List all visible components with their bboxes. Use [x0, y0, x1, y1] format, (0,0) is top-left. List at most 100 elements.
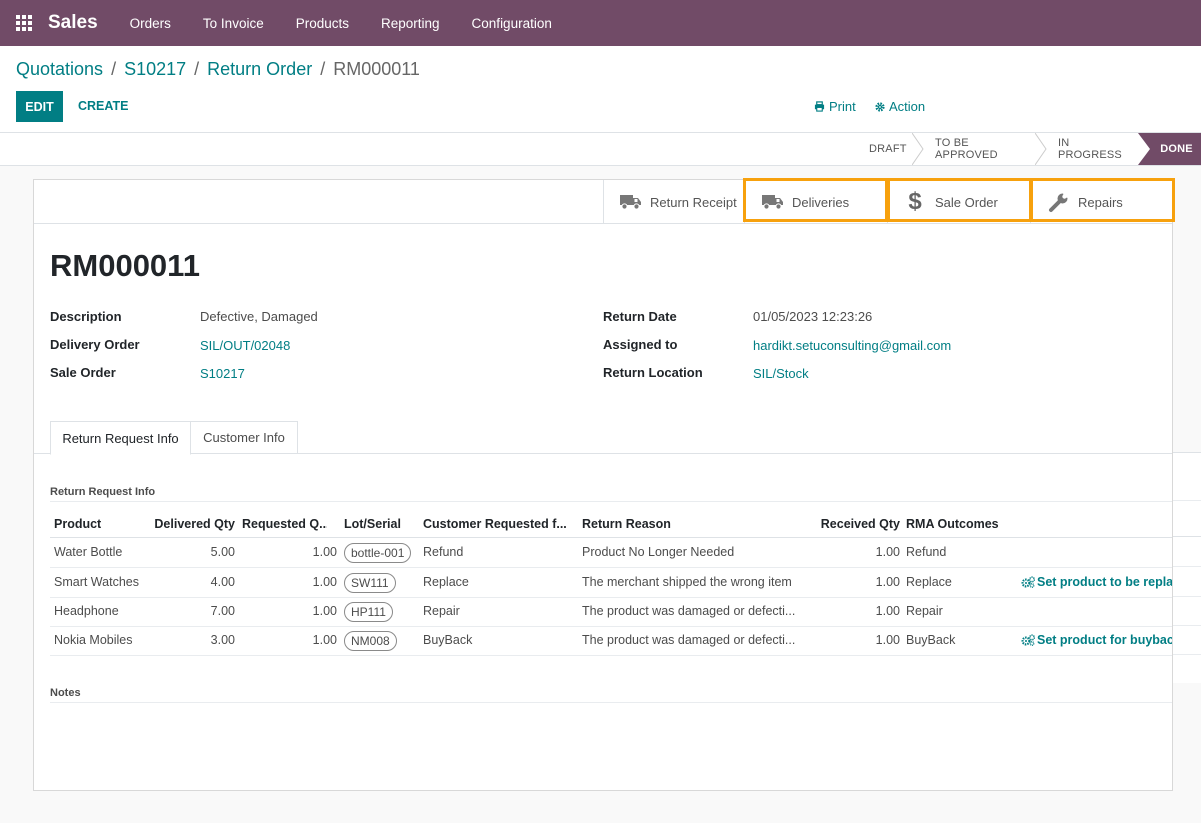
cell-product: Smart Watches: [54, 575, 139, 589]
sale-order-link[interactable]: S10217: [200, 366, 245, 381]
stage-draft[interactable]: DRAFT: [869, 133, 906, 165]
overflow-line: [1173, 596, 1201, 597]
breadcrumb-sale-order[interactable]: S10217: [124, 59, 186, 79]
apps-menu-icon[interactable]: [0, 0, 48, 46]
col-lot-serial[interactable]: Lot/Serial: [344, 517, 414, 531]
cell-product: Nokia Mobiles: [54, 633, 133, 647]
col-return-reason[interactable]: Return Reason: [582, 517, 782, 531]
action-button[interactable]: Action: [875, 99, 925, 114]
cell-received-qty: 1.00: [875, 575, 900, 589]
overflow-line: [1173, 566, 1201, 567]
set-product-buyback-label: Set product for buyback: [1037, 633, 1173, 647]
cell-requested-qty: 1.00: [312, 633, 337, 647]
menu-to-invoice[interactable]: To Invoice: [187, 16, 280, 31]
set-product-replace-label: Set product to be replace: [1037, 575, 1173, 589]
status-bar: DRAFT TO BE APPROVED IN PROGRESS DONE: [0, 133, 1201, 166]
stage-done[interactable]: DONE: [1152, 133, 1201, 165]
row-divider: [50, 655, 1172, 656]
print-button[interactable]: Print: [814, 99, 856, 114]
tab-customer-info[interactable]: Customer Info: [190, 421, 298, 454]
cell-received-qty: 1.00: [875, 545, 900, 559]
cell-rma-outcome: Refund: [906, 545, 947, 559]
gears-icon: [1021, 634, 1035, 646]
cell-return-reason: Product No Longer Needed: [582, 545, 735, 559]
record-title: RM000011: [50, 248, 200, 283]
delivery-order-link[interactable]: SIL/OUT/02048: [200, 338, 290, 353]
cell-delivered-qty: 5.00: [210, 545, 235, 559]
cell-requested-qty: 1.00: [312, 604, 337, 618]
cell-return-reason: The product was damaged or defecti...: [582, 633, 796, 647]
printer-icon: [814, 101, 825, 112]
breadcrumb: Quotations / S10217 / Return Order / RM0…: [16, 59, 420, 79]
cell-requested-for: BuyBack: [423, 633, 473, 647]
cell-product: Headphone: [54, 604, 119, 618]
overflow-line: [1173, 654, 1201, 655]
repairs-highlight: [1030, 178, 1175, 222]
stage-to-be-approved[interactable]: TO BE APPROVED: [935, 133, 1030, 165]
top-navbar: Sales Orders To Invoice Products Reporti…: [0, 0, 1201, 46]
stage-separator: [912, 133, 924, 165]
return-receipt-label: Return Receipt: [650, 194, 737, 210]
cell-delivered-qty: 4.00: [210, 575, 235, 589]
col-rma-outcomes[interactable]: RMA Outcomes: [906, 517, 1016, 531]
app-name[interactable]: Sales: [48, 12, 98, 34]
menu-configuration[interactable]: Configuration: [456, 16, 568, 31]
menu-reporting[interactable]: Reporting: [365, 16, 456, 31]
tab-return-request-info[interactable]: Return Request Info: [50, 421, 191, 455]
notes-section-title: Notes: [50, 687, 81, 699]
assigned-to-link[interactable]: hardikt.setuconsulting@gmail.com: [753, 338, 951, 353]
description-label: Description: [50, 309, 122, 324]
row-divider: [50, 567, 1172, 568]
return-location-label: Return Location: [603, 365, 703, 380]
menu-orders[interactable]: Orders: [114, 16, 187, 31]
cell-requested-qty: 1.00: [312, 545, 337, 559]
cell-received-qty: 1.00: [875, 604, 900, 618]
breadcrumb-current: RM000011: [333, 59, 420, 79]
gears-icon: [1021, 576, 1035, 588]
cell-rma-outcome: Replace: [906, 575, 952, 589]
edit-button[interactable]: EDIT: [16, 91, 63, 122]
return-receipt-button[interactable]: Return Receipt: [603, 180, 744, 224]
set-product-buyback-button[interactable]: Set product for buyback: [1021, 633, 1173, 647]
delivery-order-label: Delivery Order: [50, 337, 140, 352]
cell-requested-for: Refund: [423, 545, 464, 559]
return-location-link[interactable]: SIL/Stock: [753, 366, 809, 381]
overflow-line: [1173, 625, 1201, 626]
create-button[interactable]: CREATE: [78, 99, 128, 113]
col-requested-qty[interactable]: Requested Q...: [242, 517, 327, 531]
cell-delivered-qty: 3.00: [210, 633, 235, 647]
col-received-qty[interactable]: Received Qty: [804, 517, 900, 531]
return-date-label: Return Date: [603, 309, 677, 324]
overflow-line: [1173, 452, 1201, 453]
overflow-line: [1173, 500, 1201, 501]
cell-return-reason: The merchant shipped the wrong item: [582, 575, 792, 589]
col-product[interactable]: Product: [54, 517, 149, 531]
cell-requested-for: Replace: [423, 575, 469, 589]
col-customer-requested-for[interactable]: Customer Requested f...: [423, 517, 568, 531]
stage-done-arrow: [1138, 133, 1152, 165]
assigned-to-label: Assigned to: [603, 337, 678, 352]
stage-in-progress[interactable]: IN PROGRESS: [1058, 133, 1133, 165]
action-label: Action: [889, 99, 926, 114]
control-panel: Quotations / S10217 / Return Order / RM0…: [0, 46, 1201, 133]
print-label: Print: [829, 99, 856, 114]
row-divider: [50, 597, 1172, 598]
col-delivered-qty[interactable]: Delivered Qty: [150, 517, 235, 531]
cell-requested-qty: 1.00: [312, 575, 337, 589]
breadcrumb-quotations[interactable]: Quotations: [16, 59, 103, 79]
gear-icon: [875, 101, 885, 112]
breadcrumb-return-order[interactable]: Return Order: [207, 59, 312, 79]
lot-serial-badge: NM008: [344, 631, 397, 651]
sale-order-highlight: [887, 178, 1032, 222]
table-overflow: [1173, 453, 1201, 683]
deliveries-highlight: [743, 178, 888, 222]
truck-icon: [620, 194, 642, 210]
lot-serial-badge: SW111: [344, 573, 396, 593]
section-divider: [50, 501, 1172, 502]
notes-divider: [50, 702, 1172, 703]
menu-products[interactable]: Products: [280, 16, 365, 31]
lot-serial-badge: HP111: [344, 602, 393, 622]
cell-delivered-qty: 7.00: [210, 604, 235, 618]
set-product-replace-button[interactable]: Set product to be replace: [1021, 575, 1173, 589]
lot-serial-badge: bottle-001: [344, 543, 412, 563]
